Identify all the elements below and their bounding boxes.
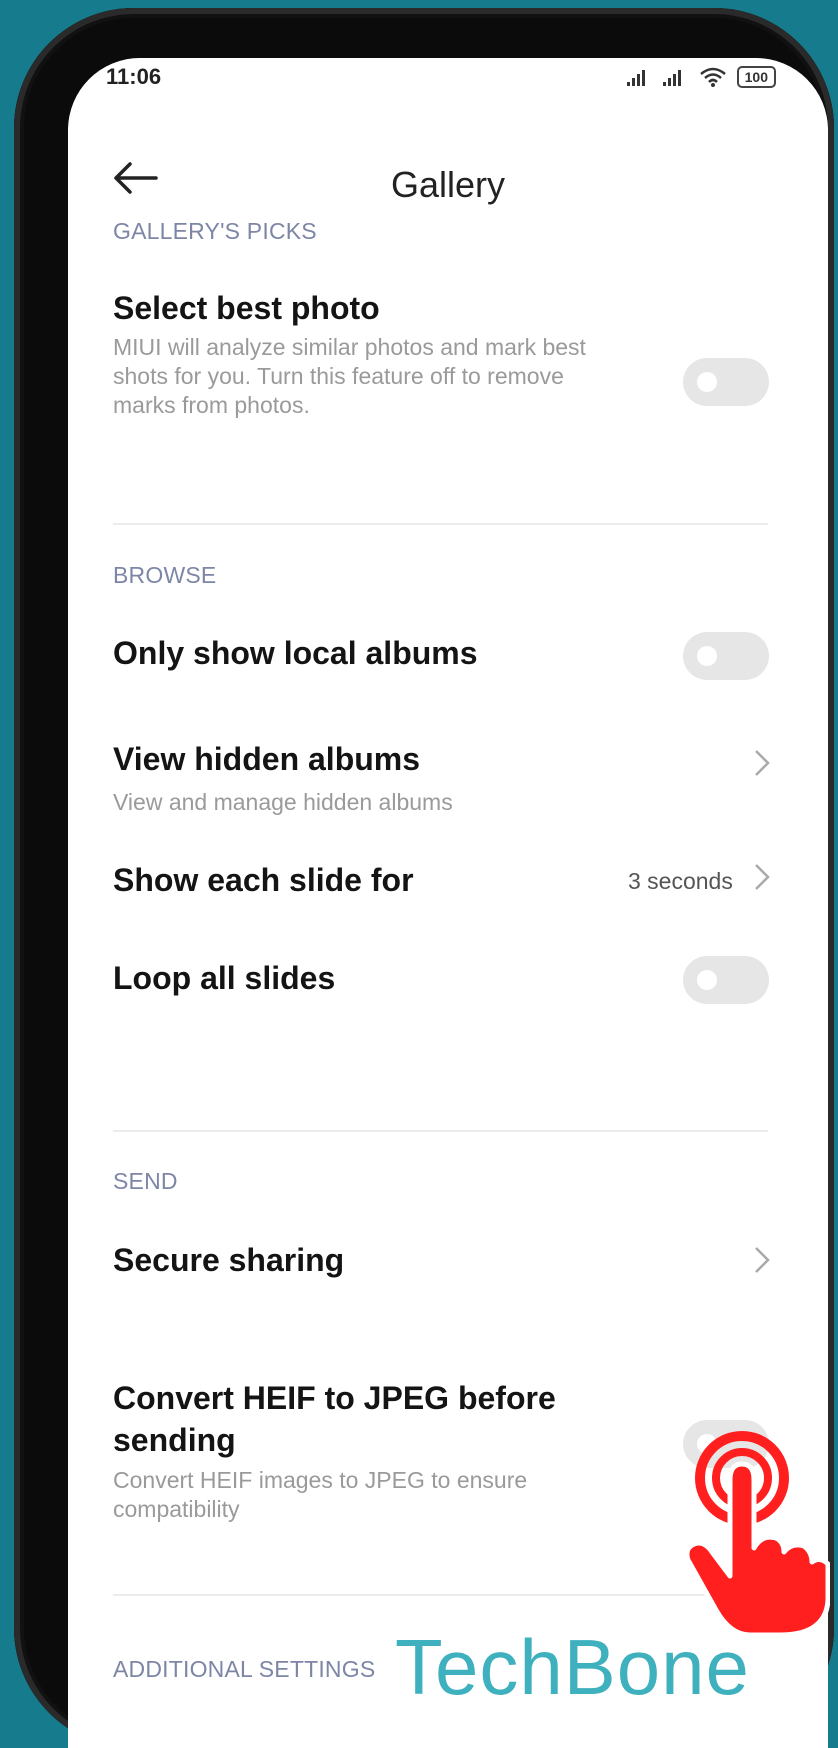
divider (113, 1594, 768, 1596)
status-icons: 100 (626, 66, 776, 88)
section-label-browse: BROWSE (113, 562, 217, 588)
section-label-send: SEND (113, 1168, 178, 1194)
chevron-right-icon (755, 750, 770, 776)
setting-title: Secure sharing (113, 1242, 345, 1278)
setting-title: Loop all slides (113, 960, 336, 996)
setting-title: Convert HEIF to JPEG before (113, 1380, 556, 1416)
setting-title: Select best photo (113, 290, 380, 326)
section-label-gallerys-picks: GALLERY'S PICKS (113, 218, 317, 244)
setting-title: Show each slide for (113, 862, 414, 898)
setting-subtitle: compatibility (113, 1496, 240, 1522)
setting-title: Only show local albums (113, 635, 478, 671)
chevron-right-icon (755, 864, 770, 890)
setting-title: sending (113, 1422, 236, 1458)
signal-icon (662, 70, 681, 86)
setting-subtitle: Convert HEIF images to JPEG to ensure (113, 1467, 528, 1493)
divider (113, 523, 768, 525)
setting-subtitle: marks from photos. (113, 392, 310, 418)
signal-icon (626, 70, 645, 86)
toggle-knob (697, 372, 717, 392)
setting-subtitle: View and manage hidden albums (113, 789, 453, 815)
header: Gallery (68, 138, 828, 218)
setting-title: View hidden albums (113, 741, 421, 777)
chevron-right-icon (755, 1247, 770, 1273)
section-label-additional-settings: ADDITIONAL SETTINGS (113, 1656, 376, 1682)
loop-slides-toggle[interactable] (683, 956, 769, 1004)
wifi-icon (699, 67, 726, 87)
setting-subtitle: shots for you. Turn this feature off to … (113, 363, 564, 389)
toggle-knob (697, 970, 717, 990)
local-albums-toggle[interactable] (683, 632, 769, 680)
tap-indicator-icon (684, 1431, 830, 1638)
slide-duration-value: 3 seconds (628, 868, 733, 894)
toggle-knob (697, 646, 717, 666)
status-time: 11:06 (106, 64, 162, 89)
divider (113, 1130, 768, 1132)
setting-subtitle: MIUI will analyze similar photos and mar… (113, 334, 586, 360)
select-best-photo-toggle[interactable] (683, 358, 769, 406)
page-title: Gallery (390, 164, 506, 205)
status-bar: 11:06 100 (68, 58, 828, 118)
battery-icon: 100 (736, 66, 776, 88)
